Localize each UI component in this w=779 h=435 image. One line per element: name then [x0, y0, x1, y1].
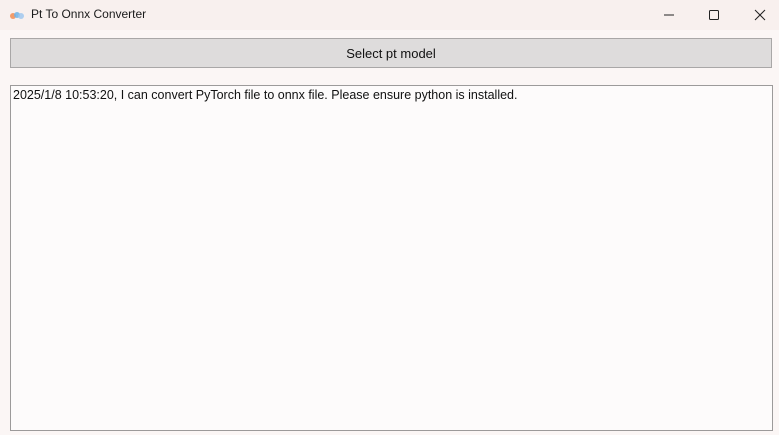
log-textbox[interactable]: 2025/1/8 10:53:20, I can convert PyTorch… — [10, 85, 773, 431]
log-line: 2025/1/8 10:53:20, I can convert PyTorch… — [13, 88, 518, 102]
window-title: Pt To Onnx Converter — [31, 7, 147, 21]
app-icon — [9, 9, 25, 21]
minimize-icon — [663, 9, 675, 21]
app-window: Pt To Onnx Converter Select pt model 202… — [0, 0, 779, 435]
maximize-icon — [708, 9, 720, 21]
select-pt-model-button[interactable]: Select pt model — [10, 38, 772, 68]
minimize-button[interactable] — [646, 0, 692, 30]
title-bar[interactable]: Pt To Onnx Converter — [0, 0, 779, 30]
close-icon — [754, 9, 766, 21]
maximize-button[interactable] — [691, 0, 737, 30]
close-button[interactable] — [737, 0, 779, 30]
